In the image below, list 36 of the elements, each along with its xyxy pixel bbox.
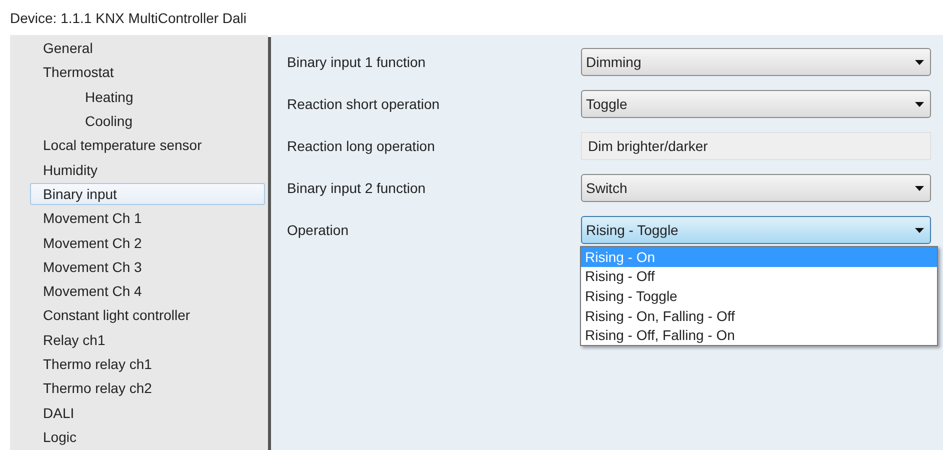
dropdown-option[interactable]: Rising - Off: [581, 266, 937, 286]
sidebar-item[interactable]: Humidity: [30, 158, 265, 181]
parameter-label: Reaction short operation: [287, 96, 441, 112]
sidebar-item[interactable]: Movement Ch 4: [30, 280, 265, 302]
parameter-label: Binary input 2 function: [287, 180, 427, 196]
parameter-label: Reaction long operation: [287, 138, 436, 154]
sidebar-item[interactable]: General: [30, 37, 265, 60]
sidebar-item[interactable]: Thermo relay ch2: [30, 377, 265, 400]
dropdown-field[interactable]: Switch: [581, 174, 931, 202]
sidebar-item[interactable]: Cooling: [30, 110, 265, 132]
dropdown-field[interactable]: Rising - Toggle: [581, 216, 931, 244]
sidebar-item[interactable]: Relay ch1: [30, 328, 265, 351]
sidebar-item[interactable]: Logic: [30, 426, 265, 448]
parameter-label: Operation: [287, 222, 350, 238]
sidebar-item[interactable]: Local temperature sensor: [30, 134, 265, 156]
caret-icon: [915, 186, 924, 190]
sidebar-item[interactable]: Thermostat: [30, 61, 265, 84]
caret-icon: [915, 60, 924, 64]
sidebar-item[interactable]: Movement Ch 2: [30, 231, 265, 254]
sidebar-item[interactable]: Heating: [30, 86, 265, 108]
window-title: Device: 1.1.1 KNX MultiController Dali: [9, 8, 248, 28]
sidebar-item[interactable]: Movement Ch 1: [30, 207, 265, 230]
readonly-field: Dim brighter/darker: [581, 132, 931, 160]
sidebar-item[interactable]: Thermo relay ch1: [30, 352, 265, 376]
dropdown-field[interactable]: Toggle: [581, 90, 931, 118]
sidebar-item[interactable]: Constant light controller: [30, 304, 265, 327]
sidebar-item[interactable]: Binary input: [30, 182, 265, 206]
sidebar-item[interactable]: DALI: [30, 401, 265, 424]
caret-icon: [915, 102, 924, 106]
dropdown-option[interactable]: Rising - Off, Falling - On: [581, 325, 937, 345]
sidebar-item[interactable]: Movement Ch 3: [30, 256, 265, 278]
caret-icon: [915, 228, 924, 232]
dropdown-option[interactable]: Rising - On, Falling - Off: [581, 306, 937, 326]
dropdown-field[interactable]: Dimming: [581, 48, 931, 76]
dropdown-option[interactable]: Rising - Toggle: [581, 286, 937, 306]
parameter-label: Binary input 1 function: [287, 54, 427, 70]
